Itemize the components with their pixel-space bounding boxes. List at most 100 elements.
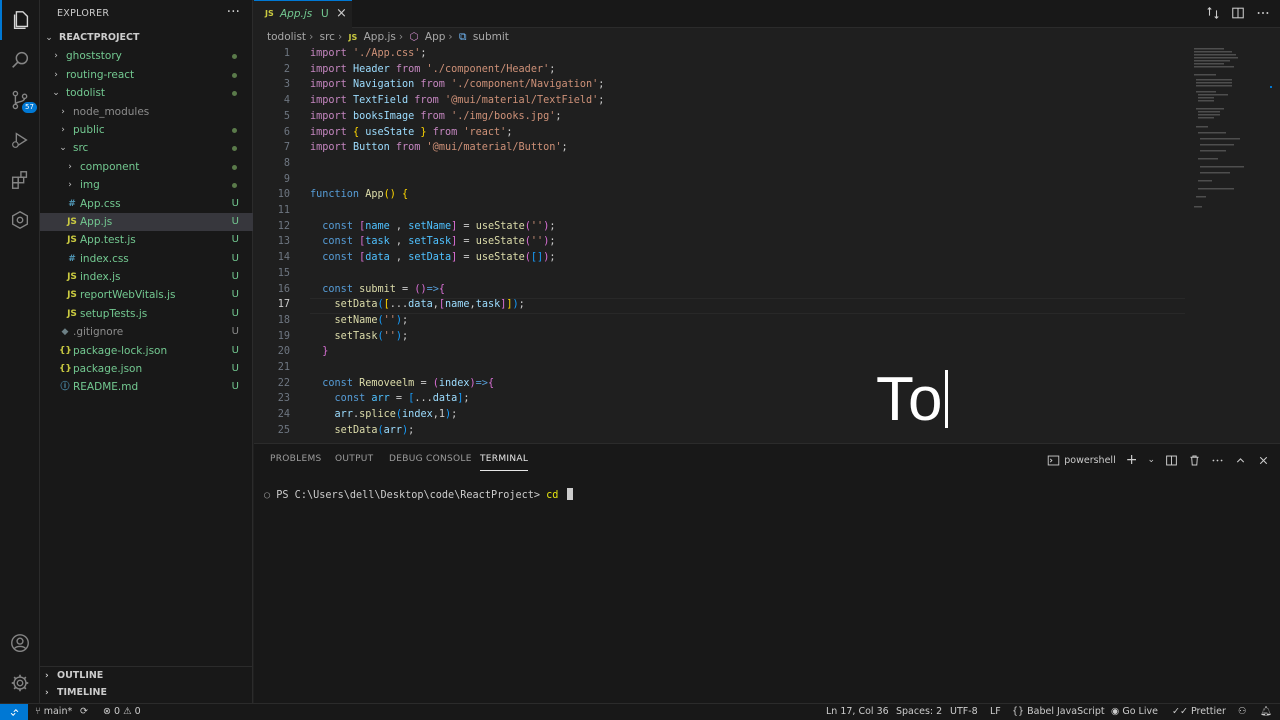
split-editor-icon[interactable] (1231, 6, 1245, 20)
remote-indicator-icon[interactable] (0, 704, 28, 720)
code-line[interactable]: const arr = [...data]; (310, 393, 470, 404)
more-actions-icon[interactable] (1256, 6, 1270, 20)
code-line[interactable]: } (310, 346, 328, 357)
search-icon[interactable] (0, 40, 40, 80)
code-line[interactable]: const [name , setName] = useState(''); (310, 221, 555, 232)
tab-terminal[interactable]: TERMINAL (480, 454, 529, 471)
file-item[interactable]: JS reportWebVitals.js U (40, 286, 253, 304)
close-tab-icon[interactable]: × (336, 6, 347, 21)
breadcrumb-item[interactable]: App.js (364, 31, 396, 43)
tab-output[interactable]: OUTPUT (335, 454, 373, 464)
errors-count: 0 (114, 706, 121, 717)
branch-indicator[interactable]: ⑂ main* (35, 706, 72, 717)
code-line[interactable]: const [data , setData] = useState([]); (310, 252, 555, 263)
folder-item[interactable]: › routing-react (40, 66, 253, 84)
file-item[interactable]: JS App.js U (40, 212, 253, 232)
code-line[interactable]: import TextField from '@mui/material/Tex… (310, 95, 604, 106)
code-line[interactable]: setName(''); (310, 315, 409, 326)
more-actions-icon[interactable]: ··· (227, 4, 240, 20)
accounts-status-icon[interactable]: ⚇ (1238, 706, 1247, 717)
file-item[interactable]: # App.css U (40, 195, 253, 213)
go-live-button[interactable]: ◉ Go Live (1111, 706, 1158, 717)
breadcrumb-item[interactable]: todolist (267, 31, 306, 43)
explorer-icon[interactable] (0, 0, 40, 40)
css-file-icon: # (68, 253, 76, 264)
json-file-icon: {} (59, 345, 72, 356)
terminal-command: cd (546, 490, 559, 501)
maximize-panel-icon[interactable] (1234, 454, 1247, 467)
tab-status: U (321, 8, 329, 20)
outline-section[interactable]: › OUTLINE (40, 666, 253, 684)
code-line[interactable]: setData([...data,[name,task]]); (310, 299, 525, 310)
untracked-status: U (231, 289, 239, 301)
file-item[interactable]: {} package.json U (40, 360, 253, 378)
tree-item-label: routing-react (66, 68, 135, 81)
tab-debug-console[interactable]: DEBUG CONSOLE (389, 454, 472, 464)
folder-item[interactable]: › node_modules (40, 103, 253, 121)
code-line[interactable]: import { useState } from 'react'; (310, 127, 512, 138)
code-line[interactable]: setData(arr); (310, 425, 415, 436)
breadcrumb: todolist › src › JS App.js › ⬡ App › ⧉ submi… (267, 31, 509, 43)
breadcrumb-item[interactable]: src (320, 31, 335, 43)
code-line[interactable]: function App() { (310, 189, 408, 200)
terminal-shell-selector[interactable]: powershell (1047, 454, 1116, 467)
untracked-status: U (231, 234, 239, 246)
file-item[interactable]: {} package-lock.json U (40, 342, 253, 360)
cursor-position[interactable]: Ln 17, Col 36 (826, 706, 889, 717)
folder-item[interactable]: ⌄ src (40, 139, 253, 157)
language-mode[interactable]: {} Babel JavaScript (1012, 706, 1105, 717)
sync-icon[interactable]: ⟳ (80, 706, 88, 717)
indentation[interactable]: Spaces: 2 (896, 706, 942, 717)
trash-icon[interactable] (1188, 454, 1201, 467)
settings-gear-icon[interactable] (0, 663, 40, 703)
file-item[interactable]: JS index.js U (40, 268, 253, 286)
breadcrumb-item[interactable]: App (425, 31, 446, 43)
code-line[interactable]: const Removeelm = (index)=>{ (310, 378, 494, 389)
code-line[interactable]: setTask(''); (310, 331, 409, 342)
line-ending[interactable]: LF (990, 706, 1001, 717)
encoding[interactable]: UTF-8 (950, 706, 978, 717)
code-line[interactable]: const submit = ()=>{ (310, 284, 445, 295)
breadcrumb-item[interactable]: submit (473, 31, 509, 43)
code-line[interactable]: arr.splice(index,1); (310, 409, 458, 420)
code-line[interactable]: import booksImage from './img/books.jpg'… (310, 111, 562, 122)
chevron-down-icon: ⌄ (45, 33, 53, 43)
more-actions-icon[interactable] (1211, 454, 1224, 467)
notifications-bell-icon[interactable]: 🔔︎ (1260, 706, 1272, 717)
tab-problems[interactable]: PROBLEMS (270, 454, 322, 464)
new-terminal-icon[interactable]: + (1126, 452, 1138, 468)
problems-indicator[interactable]: ⊗ 0 ⚠ 0 (103, 706, 141, 717)
minimap[interactable] (1192, 46, 1272, 226)
terminal-output[interactable]: ○ PS C:\Users\dell\Desktop\code\ReactPro… (264, 488, 573, 501)
code-editor[interactable]: 1 import './App.css'; 2 import Header from… (254, 46, 1280, 442)
code-line[interactable]: import Navigation from './component/Navi… (310, 79, 604, 90)
code-line[interactable]: import Header from './component/Header'; (310, 64, 555, 75)
folder-item[interactable]: › public (40, 121, 253, 139)
tab-app-js[interactable]: JS App.js U × (254, 0, 352, 28)
code-line[interactable]: const [task , setTask] = useState(''); (310, 236, 555, 247)
remote-explorer-icon[interactable] (0, 200, 40, 240)
folder-item[interactable]: › component (40, 158, 253, 176)
compare-changes-icon[interactable] (1206, 6, 1220, 20)
tree-item-label: node_modules (73, 105, 150, 118)
chevron-down-icon[interactable]: ⌄ (1147, 455, 1155, 465)
file-item[interactable]: JS App.test.js U (40, 231, 253, 249)
file-item[interactable]: ◆ .gitignore U (40, 323, 253, 341)
folder-item[interactable]: › ghoststory (40, 47, 253, 65)
extensions-icon[interactable] (0, 160, 40, 200)
code-line[interactable]: import Button from '@mui/material/Button… (310, 142, 568, 153)
timeline-section[interactable]: › TIMELINE (40, 684, 253, 702)
account-icon[interactable] (0, 623, 40, 663)
folder-item[interactable]: › img (40, 176, 253, 194)
file-item[interactable]: # index.css U (40, 250, 253, 268)
file-item[interactable]: ⓘ README.md U (40, 378, 253, 396)
source-control-icon[interactable]: 57 (0, 80, 40, 120)
folder-item[interactable]: ⌄ todolist (40, 84, 253, 102)
file-item[interactable]: JS setupTests.js U (40, 305, 253, 323)
split-terminal-icon[interactable] (1165, 454, 1178, 467)
workspace-root[interactable]: ⌄ REACTPROJECT (40, 29, 253, 47)
code-line[interactable]: import './App.css'; (310, 48, 433, 59)
close-panel-icon[interactable] (1257, 454, 1270, 467)
run-debug-icon[interactable] (0, 120, 40, 160)
prettier-button[interactable]: ✓✓ Prettier (1172, 706, 1226, 717)
